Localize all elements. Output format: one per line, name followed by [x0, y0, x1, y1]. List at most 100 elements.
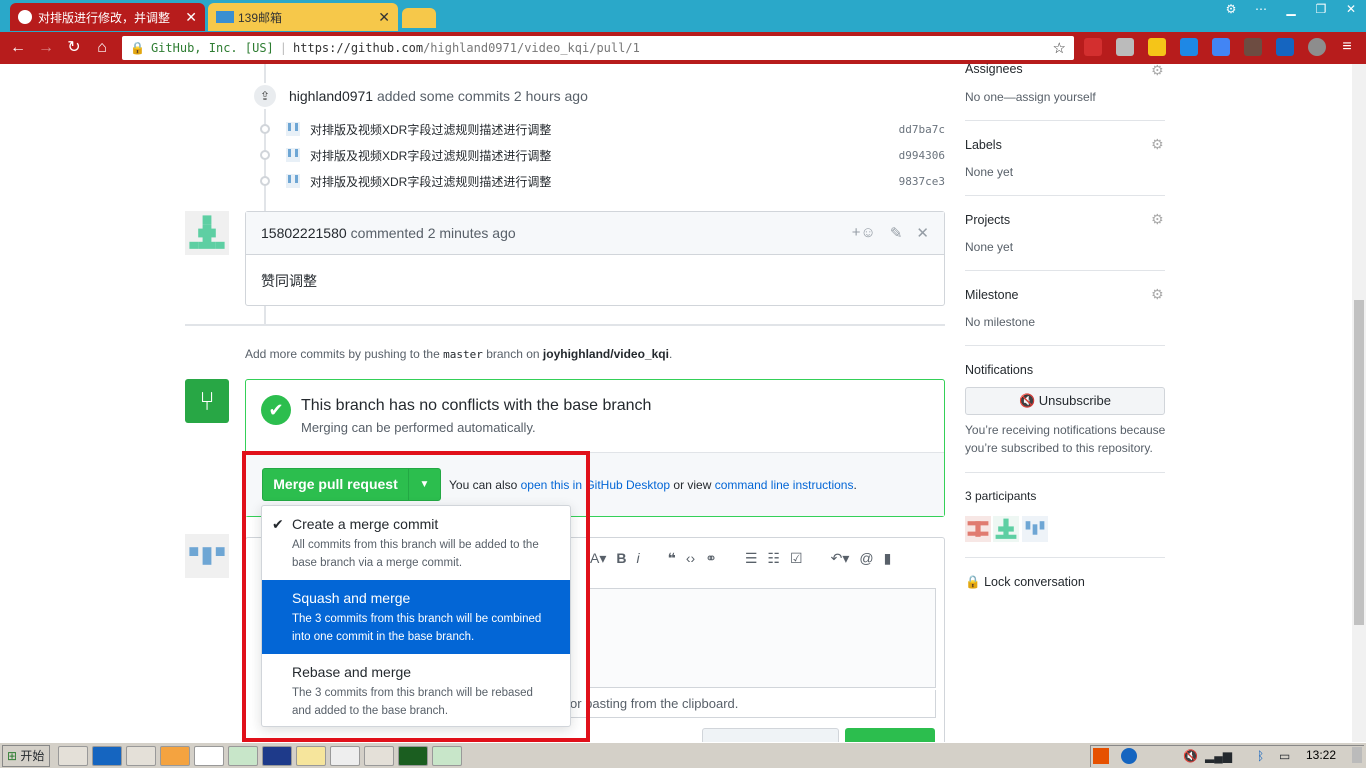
sidebar-divider — [965, 557, 1165, 558]
milestone-value: No milestone — [965, 315, 1036, 329]
windows-logo-icon: ⊞ — [7, 749, 18, 763]
gear-icon[interactable]: ⚙ — [1151, 286, 1164, 303]
reload-icon[interactable]: ↻ — [64, 38, 84, 58]
gear-icon[interactable]: ⚙ — [1151, 211, 1164, 228]
participant-avatar[interactable] — [993, 516, 1019, 542]
participant-avatar[interactable] — [1022, 516, 1048, 542]
reply-icon[interactable]: ↶▾ — [831, 550, 850, 567]
close-window-button[interactable]: ✕ — [1336, 0, 1366, 18]
help-icon[interactable] — [1121, 748, 1137, 764]
commit-message[interactable]: 对排版及视频XDR字段过滤规则描述进行调整 — [310, 173, 551, 190]
commit-message[interactable]: 对排版及视频XDR字段过滤规则描述进行调整 — [310, 147, 551, 164]
timeline-divider — [185, 324, 945, 326]
quote-icon[interactable]: ❝ — [668, 550, 676, 567]
lock-conversation-link[interactable]: 🔒 Lock conversation — [965, 575, 1085, 590]
extension-icon[interactable] — [1276, 38, 1294, 56]
comment: 15802221580 commented 2 minutes ago +☺ ✎… — [245, 211, 945, 306]
start-button[interactable]: ⊞ 开始 — [2, 745, 50, 767]
translate-icon[interactable] — [1212, 38, 1230, 56]
taskbar-app-icon[interactable] — [58, 746, 88, 766]
code-icon[interactable]: ‹› — [686, 550, 695, 566]
taskbar-app-icon[interactable] — [228, 746, 258, 766]
taskbar-clock[interactable]: 13:22 — [1306, 748, 1336, 762]
bookmark-icon[interactable]: ▮ — [884, 550, 892, 567]
avatar[interactable] — [286, 148, 300, 162]
bulleted-list-icon[interactable]: ☰ — [745, 550, 758, 567]
minimize-button[interactable]: ▁ — [1276, 0, 1306, 18]
firefox-icon[interactable] — [160, 746, 190, 766]
extension-icon[interactable] — [1308, 38, 1326, 56]
close-tab-icon[interactable]: ✕ — [378, 9, 390, 26]
delete-x-icon[interactable]: ✕ — [916, 224, 929, 242]
actor-link[interactable]: highland0971 — [289, 88, 373, 104]
input-method-icon[interactable] — [1093, 748, 1109, 764]
gear-icon[interactable]: ⚙ — [1151, 62, 1164, 79]
bold-icon[interactable]: B — [616, 550, 626, 566]
bookmark-star-icon[interactable]: ☆ — [1053, 39, 1066, 57]
comment-textarea[interactable] — [590, 588, 936, 688]
start-label: 开始 — [20, 749, 45, 763]
sidebar-divider — [965, 120, 1165, 121]
extension-icon[interactable] — [1084, 38, 1102, 56]
wechat-icon[interactable] — [432, 746, 462, 766]
assignees-value[interactable]: No one—assign yourself — [965, 90, 1096, 104]
address-bar[interactable]: 🔒 GitHub, Inc. [US] | https://github.com… — [122, 36, 1074, 60]
avatar[interactable] — [286, 122, 300, 136]
scrollbar-thumb[interactable] — [1354, 300, 1364, 625]
explorer-icon[interactable] — [296, 746, 326, 766]
extension-icon[interactable] — [1148, 38, 1166, 56]
command-line-link[interactable]: command line instructions — [715, 478, 854, 492]
tab-github-pr[interactable]: 对排版进行修改，并调整 ✕ — [10, 3, 205, 31]
commit-message[interactable]: 对排版及视频XDR字段过滤规则描述进行调整 — [310, 121, 551, 138]
sidebar-notifications-heading: Notifications — [965, 363, 1034, 377]
extension-icon[interactable] — [1244, 38, 1262, 56]
avatar[interactable] — [286, 174, 300, 188]
header-text-icon[interactable]: A▾ — [590, 550, 606, 567]
more-icon[interactable]: ⋯ — [1246, 0, 1276, 18]
network-signal-icon[interactable]: ▂▄▆ — [1205, 749, 1232, 763]
word-icon[interactable] — [262, 746, 292, 766]
bluetooth-icon[interactable]: ᛒ — [1257, 749, 1264, 763]
browser-menu-icon[interactable]: ⚙ — [1216, 0, 1246, 18]
mention-icon[interactable]: @ — [859, 550, 873, 566]
extension-icon[interactable] — [1180, 38, 1198, 56]
commit-sha[interactable]: d994306 — [899, 149, 945, 162]
sidebar-projects-heading: Projects — [965, 213, 1011, 227]
restore-button[interactable]: ❐ — [1306, 0, 1336, 18]
comment-meta[interactable]: commented 2 minutes ago — [351, 225, 516, 241]
battery-icon[interactable]: ▭ — [1279, 749, 1290, 763]
commit-sha[interactable]: dd7ba7c — [899, 123, 945, 136]
repo-link[interactable]: joyhighland/video_kqi — [543, 347, 669, 361]
task-list-icon[interactable]: ☑ — [790, 550, 803, 567]
avatar[interactable] — [185, 211, 229, 255]
sidebar-divider — [965, 195, 1165, 196]
taskbar-app-icon[interactable] — [364, 746, 394, 766]
chrome-icon[interactable] — [194, 746, 224, 766]
close-tab-icon[interactable]: ✕ — [185, 9, 197, 26]
numbered-list-icon[interactable]: ☷ — [767, 550, 780, 567]
participant-avatar[interactable] — [965, 516, 991, 542]
forward-icon[interactable]: → — [36, 38, 56, 58]
edit-pencil-icon[interactable]: ✎ — [890, 224, 903, 242]
commit-sha[interactable]: 9837ce3 — [899, 175, 945, 188]
comment-author[interactable]: 15802221580 — [261, 225, 347, 241]
excel-icon[interactable] — [398, 746, 428, 766]
tab-139-mail[interactable]: 139邮箱 ✕ — [208, 3, 398, 31]
add-reaction-icon[interactable]: +☺ — [852, 224, 876, 242]
link-icon[interactable]: ⚭ — [705, 550, 717, 567]
unsubscribe-button[interactable]: 🔇 Unsubscribe — [965, 387, 1165, 415]
attach-hint[interactable]: or pasting from the clipboard. — [570, 690, 936, 718]
gear-icon[interactable]: ⚙ — [1151, 136, 1164, 153]
extension-icon[interactable] — [1116, 38, 1134, 56]
italic-icon[interactable]: i — [637, 550, 640, 566]
taskbar-app-icon[interactable] — [126, 746, 156, 766]
notepad-icon[interactable] — [330, 746, 360, 766]
show-desktop-button[interactable] — [1352, 747, 1362, 763]
new-tab-button[interactable] — [402, 8, 436, 28]
event-text: added some commits 2 hours ago — [376, 88, 588, 104]
home-icon[interactable]: ⌂ — [92, 38, 112, 58]
outlook-icon[interactable] — [92, 746, 122, 766]
browser-menu-icon[interactable]: ≡ — [1338, 38, 1356, 56]
back-icon[interactable]: ← — [8, 38, 28, 58]
volume-muted-icon[interactable]: 🔇 — [1183, 749, 1198, 763]
